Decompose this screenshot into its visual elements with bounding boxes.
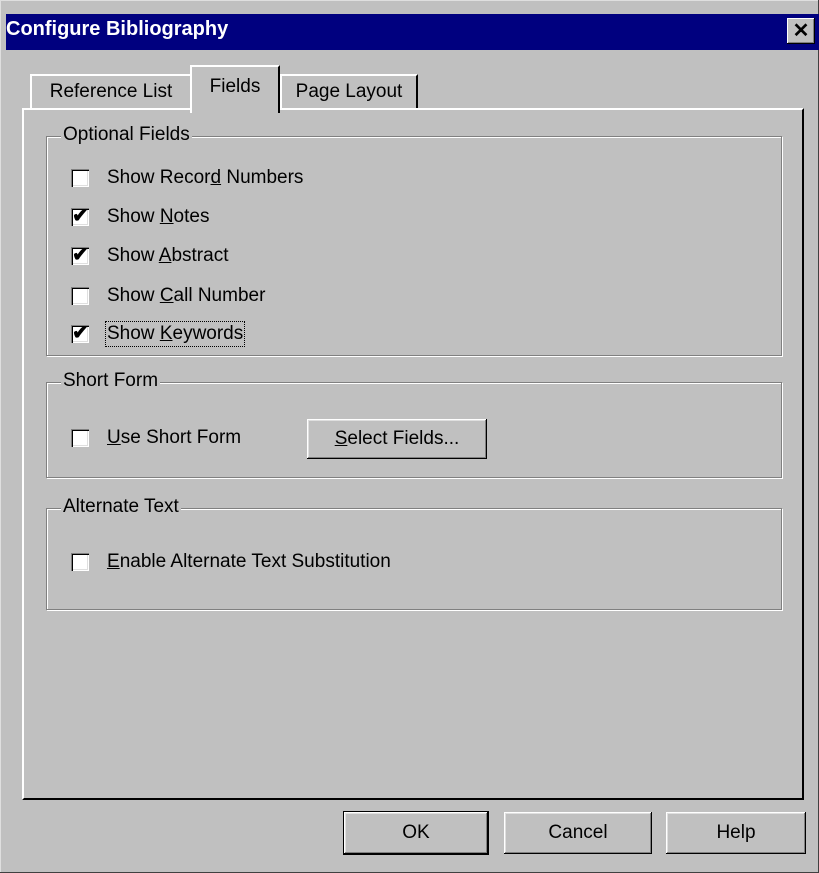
checkbox-label: Enable Alternate Text Substitution bbox=[107, 551, 391, 572]
tab-label: Fields bbox=[209, 76, 261, 97]
checkbox-box[interactable] bbox=[71, 553, 89, 571]
checkbox-box[interactable] bbox=[71, 429, 89, 447]
checkbox-box[interactable]: ✔ bbox=[71, 205, 89, 227]
tab-label: Page Layout bbox=[295, 81, 403, 102]
tab-label: Reference List bbox=[49, 81, 173, 102]
ok-button[interactable]: OK bbox=[343, 811, 489, 855]
enable-alternate-text-checkbox[interactable]: Enable Alternate Text Substitution bbox=[71, 551, 391, 573]
use-short-form-checkbox[interactable]: Use Short Form bbox=[71, 427, 241, 449]
show-call-number-checkbox[interactable]: Show Call Number bbox=[71, 285, 265, 307]
button-label: Select Fields... bbox=[334, 428, 460, 449]
optional-fields-group: Optional Fields Show Record Numbers ✔ Sh… bbox=[46, 124, 782, 356]
checkbox-label: Show Record Numbers bbox=[107, 167, 304, 188]
title-bar: Configure Bibliography ✕ bbox=[6, 14, 819, 50]
tab-reference-list[interactable]: Reference List bbox=[30, 74, 192, 108]
show-abstract-checkbox[interactable]: ✔ Show Abstract bbox=[71, 244, 229, 267]
window-title: Configure Bibliography bbox=[6, 18, 229, 40]
show-record-numbers-checkbox[interactable]: Show Record Numbers bbox=[71, 167, 303, 189]
short-form-group: Short Form Use Short Form Select Fields.… bbox=[46, 370, 782, 478]
tab-fields[interactable]: Fields bbox=[190, 65, 280, 113]
show-notes-checkbox[interactable]: ✔ Show Notes bbox=[71, 205, 210, 228]
checkbox-label: Show Call Number bbox=[107, 285, 266, 306]
check-icon: ✔ bbox=[72, 322, 89, 344]
button-label: Help bbox=[716, 822, 756, 843]
checkbox-label: Show Keywords bbox=[104, 321, 246, 347]
tab-page-layout[interactable]: Page Layout bbox=[280, 74, 418, 108]
show-keywords-checkbox[interactable]: ✔ Show Keywords bbox=[71, 321, 246, 347]
checkbox-label: Show Abstract bbox=[107, 245, 229, 266]
checkbox-box[interactable] bbox=[71, 287, 89, 305]
button-label: Cancel bbox=[548, 822, 608, 843]
cancel-button[interactable]: Cancel bbox=[504, 812, 652, 854]
alternate-text-group: Alternate Text Enable Alternate Text Sub… bbox=[46, 496, 782, 610]
check-icon: ✔ bbox=[72, 244, 89, 266]
tab-panel-fields: Optional Fields Show Record Numbers ✔ Sh… bbox=[22, 108, 804, 800]
check-icon: ✔ bbox=[72, 205, 89, 227]
checkbox-box[interactable]: ✔ bbox=[71, 244, 89, 266]
select-fields-button[interactable]: Select Fields... bbox=[307, 419, 487, 459]
close-button[interactable]: ✕ bbox=[787, 18, 815, 44]
checkbox-label: Use Short Form bbox=[107, 427, 242, 448]
button-label: OK bbox=[402, 822, 430, 843]
group-legend: Short Form bbox=[61, 370, 161, 392]
checkbox-box[interactable] bbox=[71, 169, 89, 187]
group-legend: Optional Fields bbox=[61, 124, 192, 146]
help-button[interactable]: Help bbox=[666, 812, 806, 854]
checkbox-label: Show Notes bbox=[107, 206, 210, 227]
dialog-window: Configure Bibliography ✕ Reference List … bbox=[0, 0, 819, 873]
group-legend: Alternate Text bbox=[61, 496, 181, 518]
close-icon: ✕ bbox=[792, 20, 810, 42]
checkbox-box[interactable]: ✔ bbox=[71, 322, 89, 344]
